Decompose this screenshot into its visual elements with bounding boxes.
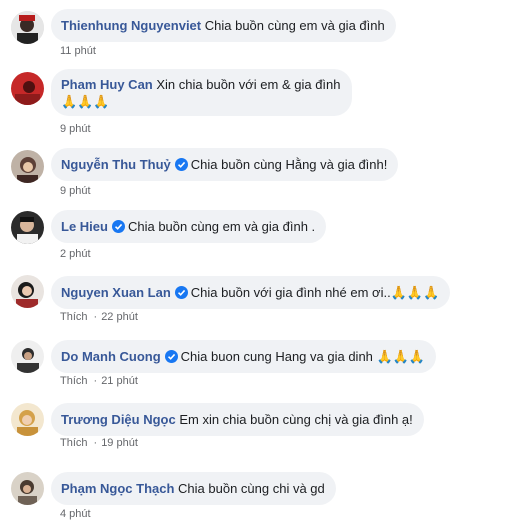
- avatar-image: [11, 11, 44, 44]
- comment-bubble: Do Manh Cuong Chia buon cung Hang va gia …: [51, 340, 437, 373]
- comment-bubble: Pham Huy Can Xin chia buồn với em & gia …: [51, 69, 352, 116]
- comment-bubble: Trương Diệu Ngọc Em xin chia buồn cùng c…: [51, 403, 424, 436]
- emoji-text: 🙏🙏🙏: [61, 94, 110, 109]
- author-name[interactable]: Trương Diệu Ngọc: [61, 412, 176, 427]
- comment-text: Em xin chia buồn cùng chị và gia đình ạ!: [179, 412, 413, 427]
- comment-meta: 2 phút: [60, 248, 91, 260]
- author-name[interactable]: Phạm Ngọc Thạch: [61, 481, 174, 496]
- avatar[interactable]: [11, 150, 44, 183]
- avatar[interactable]: [11, 211, 44, 244]
- timestamp[interactable]: 2 phút: [60, 248, 91, 260]
- comment-meta: 4 phút: [60, 508, 91, 520]
- comment-text: Chia buồn cùng chi và gd: [178, 481, 325, 496]
- comment-bubble: Nguyễn Thu Thuỷ Chia buồn cùng Hằng và gi…: [51, 148, 399, 181]
- avatar[interactable]: [11, 472, 44, 505]
- avatar[interactable]: [11, 340, 44, 373]
- comment-meta: Thích · 19 phút: [60, 437, 138, 449]
- comment-text: Chia buon cung Hang va gia dinh 🙏🙏🙏: [180, 349, 426, 364]
- comment-meta: 9 phút: [60, 185, 91, 197]
- avatar[interactable]: [11, 403, 44, 436]
- like-link[interactable]: Thích: [60, 311, 88, 323]
- author-name[interactable]: Nguyễn Thu Thuỷ: [61, 157, 171, 172]
- timestamp[interactable]: 21 phút: [101, 375, 138, 387]
- comment-meta: 11 phút: [60, 45, 96, 57]
- avatar[interactable]: [11, 275, 44, 308]
- author-name[interactable]: Pham Huy Can: [61, 77, 153, 92]
- author-name[interactable]: Nguyen Xuan Lan: [61, 285, 171, 300]
- comment-text: Chia buồn cùng em và gia đình .: [127, 219, 316, 234]
- comment-text: Xin chia buồn với em & gia đình: [156, 77, 341, 92]
- avatar-image: [11, 472, 44, 505]
- comment-text: Chia buồn cùng Hằng và gia đình!: [190, 157, 388, 172]
- comment-bubble: Le Hieu Chia buồn cùng em và gia đình .: [51, 210, 327, 243]
- comment-meta: Thích · 22 phút: [60, 311, 138, 323]
- avatar-image: [11, 72, 44, 105]
- avatar-image: [11, 340, 44, 373]
- comment-meta: 9 phút: [60, 123, 91, 135]
- avatar-image: [11, 403, 44, 436]
- comment-text: Chia buồn cùng em và gia đình: [204, 18, 385, 33]
- author-name[interactable]: Do Manh Cuong: [61, 349, 161, 364]
- author-name[interactable]: Le Hieu: [61, 219, 108, 234]
- timestamp[interactable]: 9 phút: [60, 123, 91, 135]
- timestamp[interactable]: 11 phút: [60, 45, 96, 57]
- like-link[interactable]: Thích: [60, 375, 88, 387]
- avatar-image: [11, 275, 44, 308]
- avatar-image: [11, 211, 44, 244]
- timestamp[interactable]: 9 phút: [60, 185, 91, 197]
- like-link[interactable]: Thích: [60, 437, 88, 449]
- comment-bubble: Thienhung Nguyenviet Chia buồn cùng em v…: [51, 9, 396, 42]
- timestamp[interactable]: 22 phút: [101, 311, 138, 323]
- comment-bubble: Phạm Ngọc Thạch Chia buồn cùng chi và gd: [51, 472, 336, 505]
- verified-badge-icon: [111, 220, 125, 233]
- avatar[interactable]: [11, 11, 44, 44]
- verified-badge-icon: [174, 286, 188, 299]
- comment-text: Chia buồn với gia đình nhé em ơi..🙏🙏🙏: [190, 285, 440, 300]
- verified-badge-icon: [164, 350, 178, 363]
- author-name[interactable]: Thienhung Nguyenviet: [61, 18, 201, 33]
- comment-bubble: Nguyen Xuan Lan Chia buồn với gia đình nh…: [51, 276, 451, 309]
- verified-badge-icon: [174, 158, 188, 171]
- avatar-image: [11, 150, 44, 183]
- avatar[interactable]: [11, 72, 44, 105]
- timestamp[interactable]: 19 phút: [101, 437, 138, 449]
- timestamp[interactable]: 4 phút: [60, 508, 91, 520]
- comment-meta: Thích · 21 phút: [60, 375, 138, 387]
